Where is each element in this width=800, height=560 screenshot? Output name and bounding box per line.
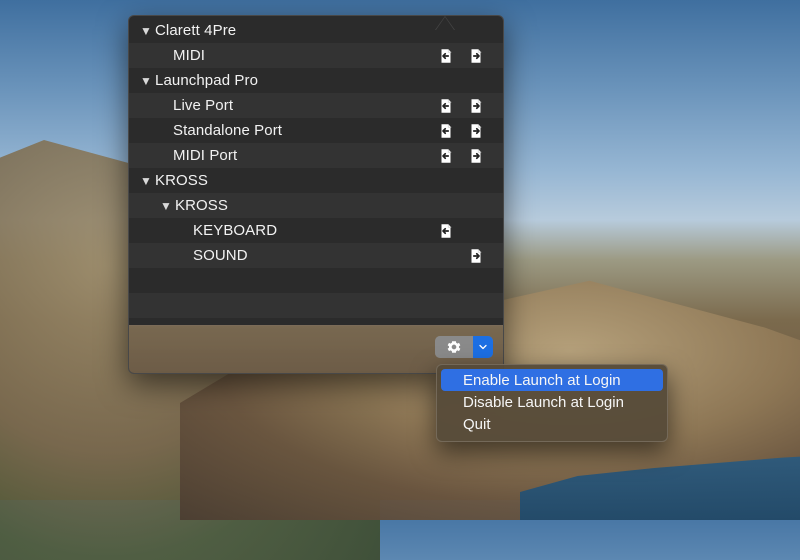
port-io-icons [437,143,485,168]
port-row-midi[interactable]: MIDI [129,43,503,68]
device-row-kross[interactable]: ▼ KROSS [129,168,503,193]
device-name: Launchpad Pro [155,72,259,89]
midi-input-icon[interactable] [437,47,455,65]
disclosure-triangle-expanded-icon[interactable]: ▼ [139,174,153,188]
empty-input-slot [437,247,455,265]
port-row-sound[interactable]: SOUND [129,243,503,268]
chevron-down-icon [479,344,487,350]
port-name: MIDI Port [173,147,238,164]
port-io-icons [437,243,485,268]
empty-output-slot [467,222,485,240]
midi-output-icon[interactable] [467,97,485,115]
midi-input-icon[interactable] [437,222,455,240]
dropdown-button[interactable] [473,336,493,358]
port-io-icons [437,118,485,143]
disclosure-triangle-expanded-icon[interactable]: ▼ [139,74,153,88]
midi-input-icon[interactable] [437,147,455,165]
port-io-icons [437,43,485,68]
menu-item-disable-launch-at-login[interactable]: Disable Launch at Login [441,391,663,413]
disclosure-triangle-expanded-icon[interactable]: ▼ [159,199,173,213]
port-row-midi-port[interactable]: MIDI Port [129,143,503,168]
midi-output-icon[interactable] [467,47,485,65]
midi-output-icon[interactable] [467,147,485,165]
device-port-list: ▼ Clarett 4Pre MIDI ▼ Launchpad Pro Live… [129,18,503,328]
midi-output-icon[interactable] [467,247,485,265]
midi-output-icon[interactable] [467,122,485,140]
subgroup-row-kross[interactable]: ▼ KROSS [129,193,503,218]
port-row-standalone-port[interactable]: Standalone Port [129,118,503,143]
disclosure-triangle-expanded-icon[interactable]: ▼ [139,24,153,38]
midi-input-icon[interactable] [437,97,455,115]
device-name: KROSS [155,172,209,189]
midi-input-icon[interactable] [437,122,455,140]
port-name: MIDI [173,47,206,64]
empty-row [129,268,503,293]
port-name: Live Port [173,97,234,114]
settings-dropdown-menu: Enable Launch at Login Disable Launch at… [436,364,668,442]
midi-ports-panel: ▼ Clarett 4Pre MIDI ▼ Launchpad Pro Live… [128,15,504,374]
menu-item-quit[interactable]: Quit [441,413,663,435]
subgroup-name: KROSS [175,197,229,214]
device-name: Clarett 4Pre [155,22,237,39]
device-row-clarett-4pre[interactable]: ▼ Clarett 4Pre [129,18,503,43]
port-name: SOUND [193,247,248,264]
port-name: KEYBOARD [193,222,278,239]
port-row-live-port[interactable]: Live Port [129,93,503,118]
port-io-icons [437,93,485,118]
device-row-launchpad-pro[interactable]: ▼ Launchpad Pro [129,68,503,93]
port-row-keyboard[interactable]: KEYBOARD [129,218,503,243]
gear-icon [447,341,461,353]
port-io-icons [437,218,485,243]
settings-menu-button[interactable] [435,336,493,358]
port-name: Standalone Port [173,122,283,139]
menu-item-enable-launch-at-login[interactable]: Enable Launch at Login [441,369,663,391]
gear-button[interactable] [435,336,473,358]
empty-row [129,293,503,318]
